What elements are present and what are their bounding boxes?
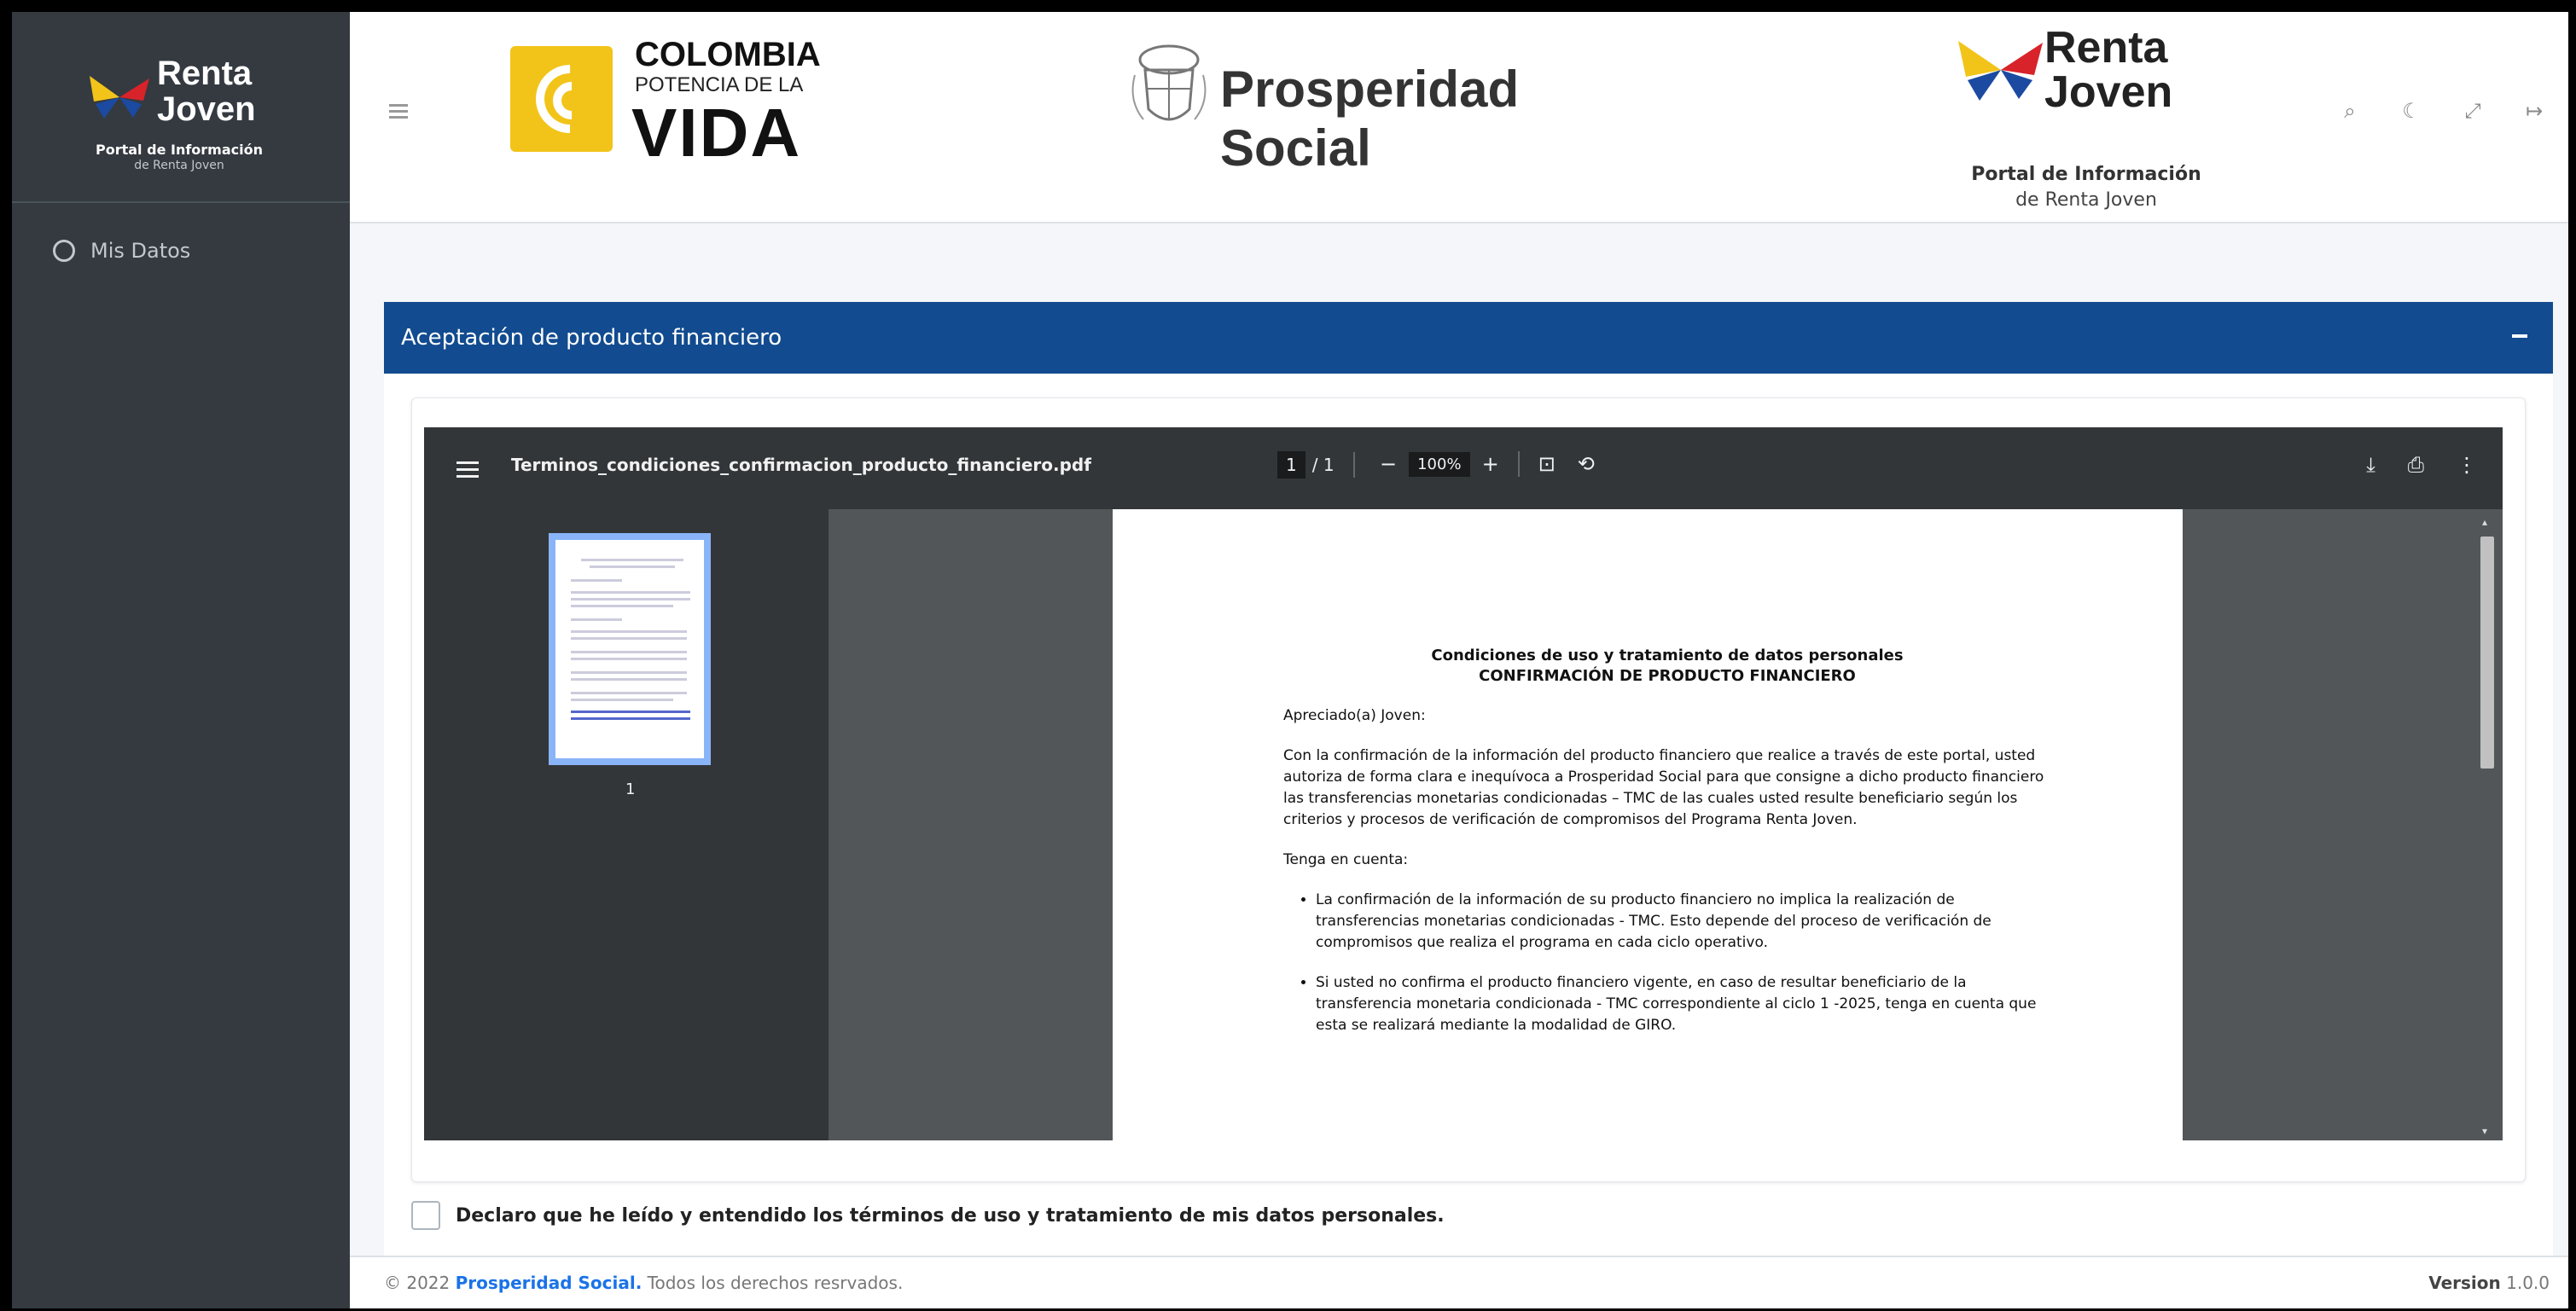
zoom-icon[interactable]: ⌕ (2338, 99, 2362, 123)
thumbnail-page-number: 1 (625, 780, 636, 798)
renta-joven-logo: Renta Joven Portal de Información de Ren… (77, 55, 282, 174)
menu-toggle-icon[interactable] (389, 104, 408, 119)
logo-text-portal: Portal de Información (1971, 164, 2201, 185)
copyright-year: © 2022 (384, 1273, 451, 1293)
pdf-viewer[interactable]: Terminos_condiciones_confirmacion_produc… (424, 427, 2503, 1140)
renta-joven-header-logo: Renta Joven Portal de Información de Ren… (1945, 22, 2227, 227)
sidebar: Renta Joven Portal de Información de Ren… (12, 12, 350, 1308)
scroll-up-icon[interactable]: ▴ (2482, 516, 2487, 528)
doc-note: Tenga en cuenta: (1283, 851, 1409, 868)
moon-icon[interactable]: ☾ (2399, 99, 2423, 123)
logo-text-joven: Joven (2044, 67, 2173, 117)
logo-text-renta: Renta (2044, 23, 2168, 73)
colombia-logo-mark (510, 46, 619, 152)
pdf-page-total: / 1 (1311, 455, 1335, 475)
doc-bullet: La confirmación de la información de su … (1316, 890, 2051, 954)
logo-text-subtitle: de Renta Joven (2015, 189, 2157, 211)
colombia-logo-line1: COLOMBIA (635, 36, 821, 73)
sidebar-brand[interactable]: Renta Joven Portal de Información de Ren… (12, 12, 350, 203)
coat-of-arms-icon (1131, 44, 1207, 121)
footer-brand-link[interactable]: Prosperidad Social. (456, 1273, 643, 1293)
pdf-zoom-input[interactable]: 100% (1409, 451, 1470, 477)
butterfly-icon (90, 76, 149, 119)
doc-bullet: Si usted no confirma el producto financi… (1316, 972, 2051, 1036)
prosperidad-social-logo: Prosperidad Social (1126, 41, 1672, 177)
pdf-page-thumbnail[interactable] (549, 533, 711, 765)
header-actions: ⌕ ☾ ⤢ ↦ (2338, 99, 2546, 123)
fullscreen-icon[interactable]: ⤢ (2461, 99, 2485, 123)
pdf-filename: Terminos_condiciones_confirmacion_produc… (511, 455, 1091, 475)
version-label: Version (2428, 1273, 2501, 1293)
pdf-toolbar: Terminos_condiciones_confirmacion_produc… (424, 427, 2503, 509)
pdf-scrollbar[interactable]: ▴ ▾ (2479, 516, 2494, 1137)
doc-subtitle: CONFIRMACIÓN DE PRODUCTO FINANCIERO (1479, 667, 1856, 685)
toolbar-divider (1352, 452, 1355, 478)
logo-text-portal: Portal de Información (96, 142, 263, 158)
toolbar-divider (1517, 451, 1520, 477)
print-icon[interactable]: ⎙ (2408, 453, 2424, 477)
pdf-page-indicator: 1 / 1 (1277, 451, 1374, 479)
logout-icon[interactable]: ↦ (2522, 99, 2546, 123)
pdf-document-text: Condiciones de uso y tratamiento de dato… (1283, 646, 2051, 1055)
terms-acceptance: Declaro que he leído y entendido los tér… (411, 1201, 1445, 1230)
doc-paragraph: Con la confirmación de la información de… (1283, 747, 2044, 828)
doc-bullets: La confirmación de la información de su … (1283, 890, 2051, 1036)
doc-greeting: Apreciado(a) Joven: (1283, 707, 1426, 724)
financial-product-card: Aceptación de producto financiero Termin… (384, 302, 2553, 1283)
butterfly-icon (1958, 41, 2043, 101)
colombia-potencia-logo: COLOMBIA POTENCIA DE LA VIDA (510, 34, 834, 171)
collapse-icon[interactable] (2512, 334, 2527, 338)
pdf-page-input[interactable]: 1 (1277, 451, 1305, 479)
card-body: Terminos_condiciones_confirmacion_produc… (411, 397, 2526, 1182)
pdf-zoom-controls: − 100% + ⊡ ⟲ (1380, 451, 1595, 477)
logo-text-renta: Renta (157, 55, 253, 92)
app-window: Renta Joven Portal de Información de Ren… (12, 12, 2568, 1308)
zoom-out-icon[interactable]: − (1380, 452, 1397, 476)
doc-title: Condiciones de uso y tratamiento de dato… (1431, 647, 1904, 664)
version-number: 1.0.0 (2506, 1273, 2550, 1293)
fit-page-icon[interactable]: ⊡ (1538, 452, 1555, 476)
colombia-logo-line3: VIDA (631, 95, 802, 171)
scrollbar-thumb[interactable] (2480, 537, 2494, 769)
footer-version: Version 1.0.0 (2428, 1273, 2550, 1293)
sidebar-item-mis-datos[interactable]: Mis Datos (12, 229, 350, 273)
top-header: COLOMBIA POTENCIA DE LA VIDA Prosperidad… (350, 12, 2568, 223)
rotate-icon[interactable]: ⟲ (1578, 452, 1595, 476)
pdf-menu-icon[interactable] (456, 461, 479, 482)
pdf-page: Condiciones de uso y tratamiento de dato… (1113, 509, 2183, 1140)
zoom-in-icon[interactable]: + (1482, 452, 1499, 476)
terms-checkbox-label[interactable]: Declaro que he leído y entendido los tér… (456, 1205, 1445, 1227)
more-options-icon[interactable]: ⋮ (2457, 453, 2477, 477)
page-footer: © 2022 Prosperidad Social. Todos los der… (350, 1256, 2568, 1308)
card-title: Aceptación de producto financiero (401, 325, 782, 351)
footer-copyright: © 2022 Prosperidad Social. Todos los der… (384, 1273, 903, 1293)
sidebar-item-label: Mis Datos (90, 239, 191, 263)
download-icon[interactable]: ⤓ (2366, 453, 2375, 477)
pdf-thumbnails-panel: 1 (424, 509, 829, 1140)
logo-text-joven: Joven (157, 90, 256, 128)
prosperidad-social-text: Prosperidad Social (1220, 61, 1520, 177)
sidebar-menu: Mis Datos (12, 203, 350, 273)
logo-text-subtitle: de Renta Joven (134, 159, 224, 172)
scroll-down-icon[interactable]: ▾ (2482, 1125, 2487, 1137)
terms-checkbox[interactable] (411, 1201, 440, 1230)
circle-icon (53, 240, 75, 262)
card-header: Aceptación de producto financiero (384, 302, 2553, 374)
pdf-actions: ⤓ ⎙ ⋮ (2366, 453, 2477, 477)
footer-rights: Todos los derechos resrvados. (647, 1273, 904, 1293)
